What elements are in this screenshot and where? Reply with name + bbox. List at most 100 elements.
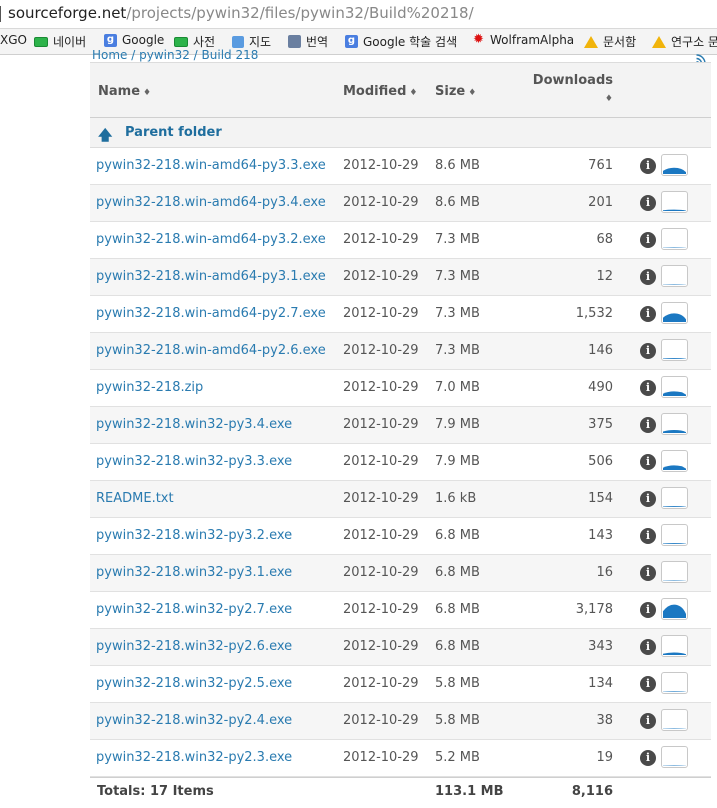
table-row: pywin32-218.win32-py3.2.exe 2012-10-29 6.8…: [90, 518, 711, 555]
parent-folder-row[interactable]: 🡅 Parent folder: [90, 118, 711, 148]
info-icon[interactable]: i: [640, 343, 656, 359]
bookmark-google[interactable]: g Google: [104, 33, 164, 47]
download-sparkline[interactable]: [661, 413, 688, 435]
info-icon[interactable]: i: [640, 380, 656, 396]
column-header-label: Downloads: [532, 73, 613, 88]
modified-date: 2012-10-29: [343, 639, 419, 654]
download-sparkline[interactable]: [661, 561, 688, 583]
file-name-link[interactable]: pywin32-218.win32-py3.3.exe: [96, 454, 292, 469]
bookmark-google-scholar[interactable]: g Google 학술 검색: [345, 33, 457, 50]
info-icon[interactable]: i: [640, 232, 656, 248]
info-icon[interactable]: i: [640, 269, 656, 285]
file-name-link[interactable]: pywin32-218.win-amd64-py3.4.exe: [96, 195, 326, 210]
info-icon[interactable]: i: [640, 491, 656, 507]
totals-size: 113.1 MB: [435, 784, 504, 799]
url-text[interactable]: sourceforge.net/projects/pywin32/files/p…: [8, 4, 474, 22]
green-box-icon: [174, 36, 188, 47]
download-sparkline[interactable]: [661, 302, 688, 324]
bookmark-translate[interactable]: 번역: [288, 33, 328, 50]
bookmark-xgo[interactable]: XGO: [0, 33, 27, 47]
info-icon[interactable]: i: [640, 528, 656, 544]
sparkline-area: [663, 506, 686, 507]
download-sparkline[interactable]: [661, 487, 688, 509]
download-sparkline[interactable]: [661, 709, 688, 731]
column-header-downloads[interactable]: Downloads ♦: [533, 73, 613, 104]
download-sparkline[interactable]: [661, 598, 688, 620]
column-header-name[interactable]: Name ♦: [98, 84, 151, 99]
file-size: 7.3 MB: [435, 343, 480, 358]
info-icon[interactable]: i: [640, 454, 656, 470]
file-name-link[interactable]: pywin32-218.win-amd64-py2.7.exe: [96, 306, 326, 321]
modified-date: 2012-10-29: [343, 454, 419, 469]
sparkline-area: [663, 543, 686, 544]
files-table: Name ♦ Modified ♦ Size ♦ Downloads ♦ 🡅 Paren…: [90, 62, 711, 808]
info-icon[interactable]: i: [640, 158, 656, 174]
file-name-link[interactable]: pywin32-218.win32-py2.7.exe: [96, 602, 292, 617]
sparkline-area: [663, 580, 686, 581]
table-body: pywin32-218.win-amd64-py3.3.exe 2012-10-2…: [90, 148, 711, 777]
bookmark-label: Google 학술 검색: [363, 35, 458, 49]
table-row: pywin32-218.win32-py2.5.exe 2012-10-29 5.8…: [90, 666, 711, 703]
download-count: 3,178: [575, 602, 613, 617]
file-name-link[interactable]: pywin32-218.win32-py3.4.exe: [96, 417, 292, 432]
bookmark-docs[interactable]: 문서함: [584, 33, 636, 50]
file-name-link[interactable]: pywin32-218.win32-py2.5.exe: [96, 676, 292, 691]
file-size: 7.3 MB: [435, 232, 480, 247]
sparkline-area: [663, 391, 686, 396]
file-name-link[interactable]: README.txt: [96, 491, 174, 506]
modified-date: 2012-10-29: [343, 602, 419, 617]
download-sparkline[interactable]: [661, 450, 688, 472]
download-sparkline[interactable]: [661, 376, 688, 398]
info-icon[interactable]: i: [640, 565, 656, 581]
file-name-link[interactable]: pywin32-218.win32-py2.4.exe: [96, 713, 292, 728]
download-sparkline[interactable]: [661, 672, 688, 694]
file-name-link[interactable]: pywin32-218.win32-py3.1.exe: [96, 565, 292, 580]
file-name-link[interactable]: pywin32-218.win32-py2.3.exe: [96, 750, 292, 765]
info-icon[interactable]: i: [640, 713, 656, 729]
download-sparkline[interactable]: [661, 339, 688, 361]
info-icon[interactable]: i: [640, 676, 656, 692]
parent-folder-link[interactable]: Parent folder: [125, 125, 222, 140]
download-sparkline[interactable]: [661, 524, 688, 546]
file-name-link[interactable]: pywin32-218.win-amd64-py3.1.exe: [96, 269, 326, 284]
info-icon[interactable]: i: [640, 195, 656, 211]
file-name-link[interactable]: pywin32-218.win-amd64-py2.6.exe: [96, 343, 326, 358]
file-name-link[interactable]: pywin32-218.win32-py2.6.exe: [96, 639, 292, 654]
file-name-link[interactable]: pywin32-218.win32-py3.2.exe: [96, 528, 292, 543]
download-sparkline[interactable]: [661, 191, 688, 213]
bookmark-wolframalpha[interactable]: ✹ WolframAlpha: [472, 33, 574, 47]
download-sparkline[interactable]: [661, 635, 688, 657]
bookmark-label: Google: [122, 33, 165, 47]
file-size: 6.8 MB: [435, 565, 480, 580]
info-icon[interactable]: i: [640, 639, 656, 655]
sparkline-area: [663, 604, 686, 618]
modified-date: 2012-10-29: [343, 269, 419, 284]
file-name-link[interactable]: pywin32-218.zip: [96, 380, 203, 395]
bookmark-lab[interactable]: 연구소 문: [652, 33, 717, 50]
info-icon[interactable]: i: [640, 750, 656, 766]
modified-date: 2012-10-29: [343, 676, 419, 691]
download-sparkline[interactable]: [661, 154, 688, 176]
table-row: pywin32-218.win-amd64-py2.6.exe 2012-10-2…: [90, 333, 711, 370]
file-name-link[interactable]: pywin32-218.win-amd64-py3.2.exe: [96, 232, 326, 247]
file-size: 1.6 kB: [435, 491, 477, 506]
bookmark-naver[interactable]: 네이버: [34, 33, 86, 50]
breadcrumb[interactable]: Home / pywin32 / Build 218: [92, 48, 258, 62]
column-header-modified[interactable]: Modified ♦: [343, 84, 417, 99]
sparkline-area: [663, 765, 686, 766]
sort-icon: ♦: [143, 88, 152, 98]
info-icon[interactable]: i: [640, 417, 656, 433]
file-size: 8.6 MB: [435, 195, 480, 210]
download-sparkline[interactable]: [661, 265, 688, 287]
file-name-link[interactable]: pywin32-218.win-amd64-py3.3.exe: [96, 158, 326, 173]
info-icon[interactable]: i: [640, 306, 656, 322]
download-sparkline[interactable]: [661, 228, 688, 250]
download-count: 506: [588, 454, 613, 469]
sparkline-area: [663, 313, 686, 322]
table-row: pywin32-218.win32-py2.4.exe 2012-10-29 5.8…: [90, 703, 711, 740]
download-sparkline[interactable]: [661, 746, 688, 768]
info-icon[interactable]: i: [640, 602, 656, 618]
address-bar[interactable]: sourceforge.net/projects/pywin32/files/p…: [0, 0, 717, 29]
column-header-size[interactable]: Size ♦: [435, 84, 476, 99]
download-count: 1,532: [575, 306, 613, 321]
